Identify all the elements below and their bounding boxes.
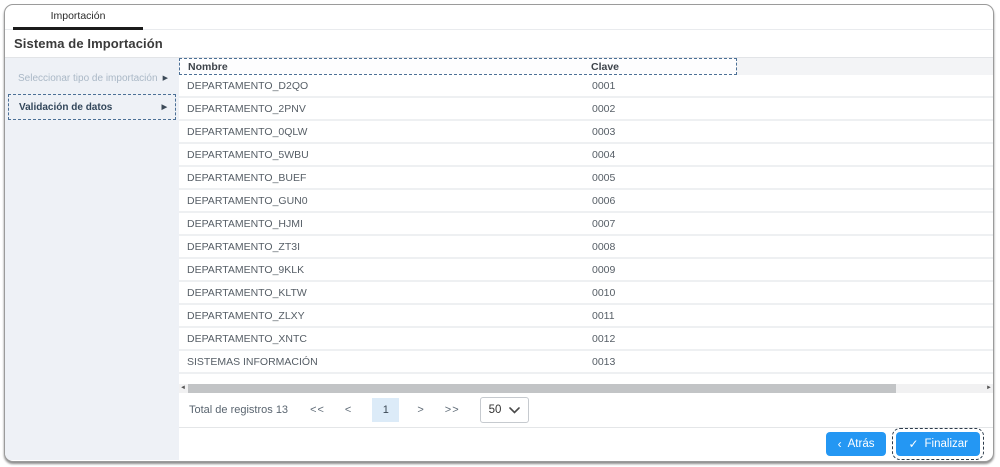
cell-nombre: DEPARTAMENTO_2PNV [187, 102, 306, 115]
back-button[interactable]: ‹ Atrás [825, 432, 887, 456]
cell-nombre: DEPARTAMENTO_ZLXY [187, 309, 305, 322]
cell-nombre: DEPARTAMENTO_9KLK [187, 263, 305, 276]
scrollbar-thumb[interactable] [188, 384, 897, 393]
page-size-value: 50 [488, 404, 502, 416]
chevron-right-icon: ▶ [162, 75, 168, 82]
back-button-label: Atrás [847, 438, 875, 450]
cell-nombre: DEPARTAMENTO_XNTC [187, 332, 307, 345]
table-body: DEPARTAMENTO_D2QO 0001 DEPARTAMENTO_2PNV 00… [179, 75, 993, 374]
cell-clave: 0006 [592, 194, 616, 207]
table-row[interactable]: DEPARTAMENTO_HJMI 0007 [179, 213, 993, 236]
cell-nombre: DEPARTAMENTO_5WBU [187, 148, 309, 161]
validation-panel: Nombre Clave DEPARTAMENTO_D2QO 0001 DEPART… [179, 58, 993, 460]
tab-bar: Importación [5, 5, 993, 30]
cell-nombre: DEPARTAMENTO_KLTW [187, 286, 307, 299]
cell-nombre: DEPARTAMENTO_D2QO [187, 79, 309, 92]
table-row[interactable]: DEPARTAMENTO_D2QO 0001 [179, 75, 993, 98]
cell-nombre: SISTEMAS INFORMACIÓN [187, 355, 318, 368]
import-window: Importación Sistema de Importación Selec… [4, 4, 994, 462]
chevron-down-icon [509, 406, 521, 414]
table-row[interactable]: DEPARTAMENTO_BUEF 0005 [179, 167, 993, 190]
chevron-right-icon: ▶ [161, 104, 167, 111]
table-row[interactable]: DEPARTAMENTO_5WBU 0004 [179, 144, 993, 167]
cell-clave: 0005 [592, 171, 616, 184]
column-header-clave: Clave [591, 60, 620, 73]
cell-clave: 0009 [592, 263, 616, 276]
tab-importacion[interactable]: Importación [13, 5, 143, 30]
cell-clave: 0011 [592, 309, 615, 322]
cell-clave: 0002 [592, 102, 616, 115]
wizard-footer: ‹ Atrás ✓ Finalizar [179, 427, 993, 460]
scroll-right-icon[interactable]: ► [985, 384, 993, 393]
cell-clave: 0007 [592, 217, 616, 230]
table-row[interactable]: DEPARTAMENTO_ZT3I 0008 [179, 236, 993, 259]
chevron-left-icon: ‹ [837, 437, 842, 451]
table-row[interactable]: SISTEMAS INFORMACIÓN 0013 [179, 351, 993, 374]
table-row[interactable]: DEPARTAMENTO_KLTW 0010 [179, 282, 993, 305]
cell-clave: 0010 [592, 286, 616, 299]
sidebar-item-seleccionar-tipo[interactable]: Seleccionar tipo de importación ▶ [8, 65, 176, 91]
pagination-bar: Total de registros 13 << < 1 > >> 50 [179, 393, 993, 427]
current-page-button[interactable]: 1 [372, 398, 400, 422]
cell-clave: 0008 [592, 240, 616, 253]
check-icon: ✓ [908, 437, 919, 451]
cell-clave: 0004 [592, 148, 616, 161]
sidebar-item-label: Seleccionar tipo de importación [18, 72, 158, 84]
title-bar: Sistema de Importación [5, 30, 993, 58]
next-page-button[interactable]: > [417, 404, 424, 416]
page-size-select[interactable]: 50 [479, 397, 530, 423]
cell-nombre: DEPARTAMENTO_HJMI [187, 217, 303, 230]
table-header-focus-box: Nombre Clave [179, 58, 737, 75]
prev-page-button[interactable]: < [345, 404, 352, 416]
page-title: Sistema de Importación [14, 36, 163, 51]
table-row[interactable]: DEPARTAMENTO_GUN0 0006 [179, 190, 993, 213]
column-header-nombre: Nombre [188, 60, 228, 73]
table-row[interactable]: DEPARTAMENTO_2PNV 0002 [179, 98, 993, 121]
cell-nombre: DEPARTAMENTO_BUEF [187, 171, 307, 184]
cell-nombre: DEPARTAMENTO_ZT3I [187, 240, 300, 253]
horizontal-scrollbar[interactable]: ◄ ► [179, 384, 993, 393]
table-row[interactable]: DEPARTAMENTO_9KLK 0009 [179, 259, 993, 282]
first-page-button[interactable]: << [310, 404, 325, 416]
cell-clave: 0003 [592, 125, 616, 138]
sidebar-item-validacion-datos[interactable]: Validación de datos ▶ [8, 94, 176, 120]
table-row[interactable]: DEPARTAMENTO_ZLXY 0011 [179, 305, 993, 328]
cell-clave: 0013 [592, 355, 616, 368]
wizard-sidebar: Seleccionar tipo de importación ▶ Valida… [5, 58, 179, 460]
last-page-button[interactable]: >> [445, 404, 460, 416]
total-records-label: Total de registros 13 [189, 404, 289, 416]
sidebar-item-label: Validación de datos [19, 101, 113, 113]
cell-clave: 0012 [592, 332, 616, 345]
cell-nombre: DEPARTAMENTO_GUN0 [187, 194, 308, 207]
table-header-row: Nombre Clave [179, 58, 993, 75]
finish-button[interactable]: ✓ Finalizar [892, 428, 984, 460]
cell-clave: 0001 [592, 79, 616, 92]
finish-button-label: Finalizar [924, 438, 968, 450]
table-row[interactable]: DEPARTAMENTO_XNTC 0012 [179, 328, 993, 351]
cell-nombre: DEPARTAMENTO_0QLW [187, 125, 308, 138]
table-row[interactable]: DEPARTAMENTO_0QLW 0003 [179, 121, 993, 144]
scroll-left-icon[interactable]: ◄ [179, 384, 187, 393]
